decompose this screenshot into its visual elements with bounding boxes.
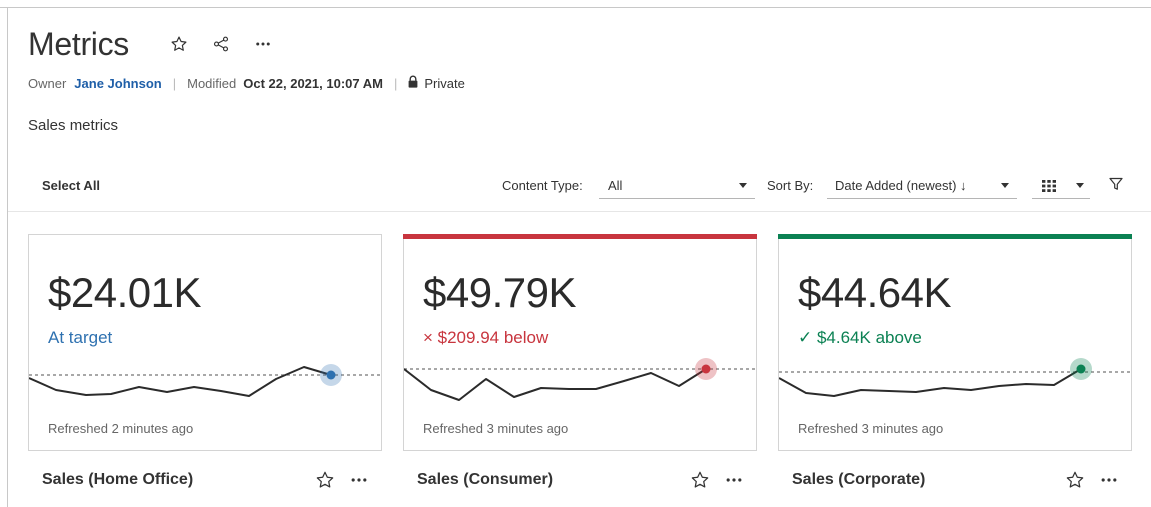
refreshed-timestamp: Refreshed 2 minutes ago [48,421,194,436]
refreshed-timestamp: Refreshed 3 minutes ago [423,421,569,436]
owner-link[interactable]: Jane Johnson [74,76,161,91]
metric-status: × $209.94 below [423,328,549,347]
metric-status: ✓ $4.64K above [798,328,922,347]
sparkline-series [404,368,707,401]
content-frame-left [7,7,8,507]
content-type-dropdown[interactable]: All [599,171,755,199]
metric-card-corporate[interactable]: $44.64K ✓ $4.64K above Refreshed 3 minut… [778,234,1132,451]
modified-date: Oct 22, 2021, 10:07 AM [243,75,383,91]
more-options-icon[interactable] [251,32,275,56]
chevron-down-icon [1076,183,1084,188]
page-header: Metrics [28,24,275,64]
current-value-point [701,364,711,374]
sparkline-series [29,366,332,397]
favorite-star-icon[interactable] [690,470,710,495]
content-type-value: All [608,178,623,193]
metric-sparkline [29,364,381,397]
grid-view-icon [1042,179,1056,197]
card-footer: Sales (Consumer) [403,468,757,494]
metric-sparkline [404,358,756,401]
card-title[interactable]: Sales (Consumer) [417,471,553,489]
lock-icon [408,75,418,91]
more-options-icon[interactable] [724,470,744,495]
share-icon[interactable] [209,32,233,56]
content-type-label: Content Type: [502,178,583,193]
favorite-star-icon[interactable] [1065,470,1085,495]
metric-status: At target [48,328,113,347]
chevron-down-icon [739,183,747,188]
card-title[interactable]: Sales (Home Office) [42,471,193,489]
metric-card-consumer[interactable]: $49.79K × $209.94 below Refreshed 3 minu… [403,234,757,451]
sort-by-dropdown[interactable]: Date Added (newest) ↓ [827,171,1017,199]
more-options-icon[interactable] [349,470,369,495]
view-mode-dropdown[interactable] [1032,171,1090,199]
metric-value: $44.64K [798,269,951,316]
card-footer: Sales (Home Office) [28,468,382,494]
filter-icon[interactable] [1109,177,1123,196]
select-all-button[interactable]: Select All [42,178,100,193]
page-title: Metrics [28,25,130,62]
content-frame-top [0,7,1151,8]
toolbar: Select All Content Type: All Sort By: Da… [8,166,1151,212]
favorite-star-icon[interactable] [167,32,191,56]
current-value-point [326,370,336,380]
sparkline-series [779,368,1082,397]
status-indicator-bar [403,234,757,239]
metric-value: $24.01K [48,269,201,316]
metric-sparkline [779,358,1131,397]
status-indicator-bar [778,234,1132,239]
metric-value: $49.79K [423,269,576,316]
chevron-down-icon [1001,183,1009,188]
title-actions [167,32,275,56]
metric-card-home-office[interactable]: $24.01K At target Refreshed 2 minutes ag… [28,234,382,451]
favorite-star-icon[interactable] [315,470,335,495]
page-metadata: Owner Jane Johnson | Modified Oct 22, 20… [28,74,465,92]
card-footer: Sales (Corporate) [778,468,1132,494]
sort-by-value: Date Added (newest) ↓ [835,178,967,193]
page-description: Sales metrics [28,117,119,134]
card-title[interactable]: Sales (Corporate) [792,471,925,489]
owner-label: Owner [28,75,67,91]
more-options-icon[interactable] [1099,470,1119,495]
sort-by-label: Sort By: [767,178,814,193]
current-value-point [1076,364,1086,374]
refreshed-timestamp: Refreshed 3 minutes ago [798,421,944,436]
metadata-divider: | [172,75,177,91]
modified-label: Modified [187,75,237,91]
privacy-status: Private [424,75,465,91]
metadata-divider: | [393,75,398,91]
